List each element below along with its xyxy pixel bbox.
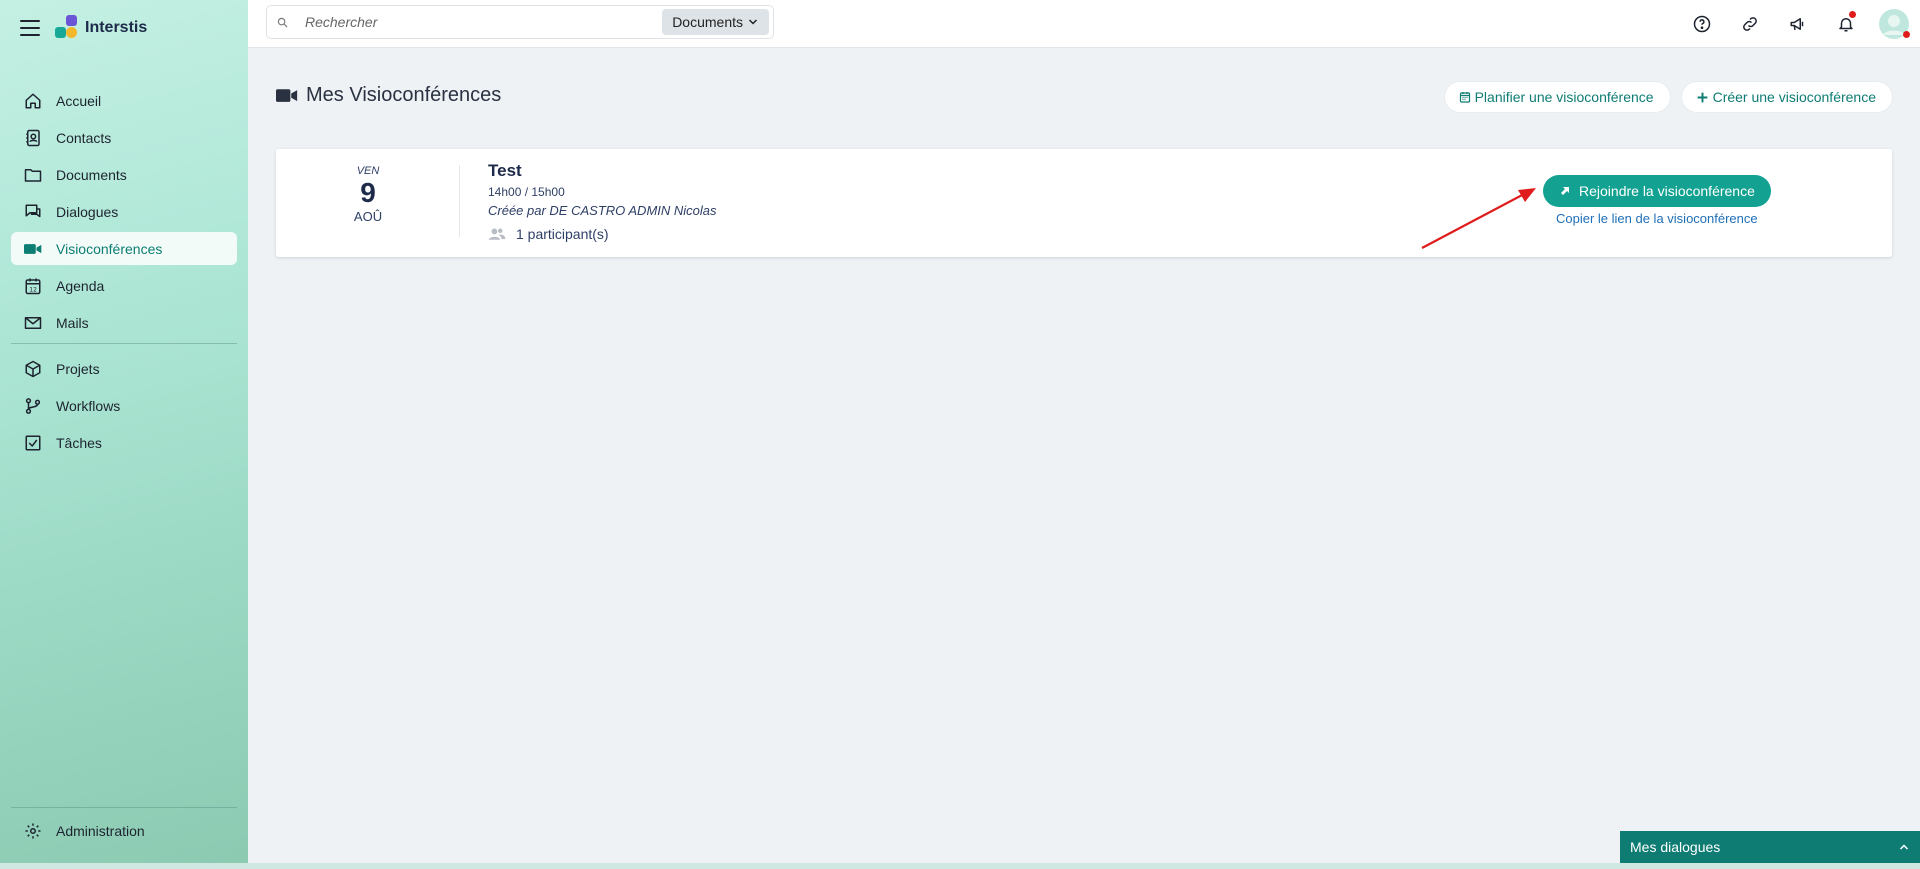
sidebar-item-visioconferences[interactable]: Visioconférences: [11, 232, 237, 265]
page-actions: Planifier une visioconférence Créer une …: [1433, 82, 1892, 112]
sidebar-item-label: Documents: [56, 166, 127, 183]
search-bar: Documents: [266, 5, 774, 39]
plan-visio-button[interactable]: Planifier une visioconférence: [1444, 82, 1670, 112]
sidebar-divider: [11, 807, 237, 808]
logo-icon: [54, 15, 80, 41]
meeting-weekday: VEN: [356, 165, 380, 177]
top-actions: [1670, 8, 1910, 40]
help-icon[interactable]: [1686, 8, 1718, 40]
sidebar-footer: Administration: [0, 803, 248, 851]
dialogues-panel-label: Mes dialogues: [1630, 839, 1721, 855]
sidebar-nav: Accueil Contacts Documents Dialogues Vis…: [0, 84, 248, 459]
sidebar-item-accueil[interactable]: Accueil: [11, 84, 237, 117]
sidebar-item-label: Workflows: [56, 397, 121, 414]
meeting-time: 14h00 / 15h00: [488, 185, 565, 199]
bottom-strip: [0, 863, 1920, 869]
sidebar-item-label: Contacts: [56, 129, 112, 146]
calendar-icon: [1459, 91, 1471, 103]
sidebar-item-documents[interactable]: Documents: [11, 158, 237, 191]
calendar-icon: 12: [24, 277, 42, 295]
meeting-title: Test: [488, 161, 522, 180]
sidebar-item-label: Dialogues: [56, 203, 119, 220]
chevron-up-icon: [1898, 841, 1910, 853]
video-icon: [24, 240, 42, 258]
plus-icon: [1696, 91, 1709, 104]
plan-visio-label: Planifier une visioconférence: [1474, 89, 1654, 105]
sidebar: Interstis Accueil Contacts Documents Dia…: [0, 0, 248, 863]
annotation-arrow: [1421, 188, 1536, 249]
sidebar-item-administration[interactable]: Administration: [11, 814, 237, 847]
sidebar-item-label: Mails: [56, 314, 89, 331]
meeting-card[interactable]: VEN 9 AOÛ Test 14h00 / 15h00 Créée par D…: [276, 149, 1892, 257]
bell-icon[interactable]: [1830, 8, 1862, 40]
video-icon: [276, 87, 298, 105]
sidebar-item-label: Accueil: [56, 92, 102, 109]
sidebar-item-label: Tâches: [56, 434, 102, 451]
sidebar-item-label: Agenda: [56, 277, 105, 294]
notification-dot: [1849, 11, 1856, 18]
meeting-creator: Créée par DE CASTRO ADMIN Nicolas: [488, 203, 717, 218]
link-icon[interactable]: [1734, 8, 1766, 40]
page-header: Mes Visioconférences: [276, 84, 501, 107]
avatar[interactable]: [1878, 8, 1910, 40]
copy-visio-link[interactable]: Copier le lien de la visioconférence: [1556, 211, 1758, 226]
search-input[interactable]: [297, 14, 663, 30]
sidebar-item-mails[interactable]: Mails: [11, 306, 237, 339]
external-link-icon: [1559, 185, 1571, 197]
sidebar-item-agenda[interactable]: 12 Agenda: [11, 269, 237, 302]
sidebar-item-label: Visioconférences: [56, 240, 163, 257]
sidebar-item-label: Administration: [56, 822, 145, 839]
search-scope-dropdown[interactable]: Documents: [662, 9, 769, 35]
join-visio-label: Rejoindre la visioconférence: [1579, 183, 1755, 199]
meeting-month: AOÛ: [353, 209, 383, 224]
sidebar-item-dialogues[interactable]: Dialogues: [11, 195, 237, 228]
search-scope-label: Documents: [672, 14, 743, 30]
meeting-day: 9: [360, 177, 376, 208]
sidebar-item-contacts[interactable]: Contacts: [11, 121, 237, 154]
page-title: Mes Visioconférences: [306, 84, 502, 106]
top-bar: Documents: [248, 0, 1920, 48]
search-icon: [267, 17, 297, 28]
home-icon: [24, 92, 42, 110]
cube-icon: [24, 360, 42, 378]
sidebar-item-projets[interactable]: Projets: [11, 352, 237, 385]
avatar-status-dot: [1903, 31, 1910, 38]
chevron-down-icon: [747, 16, 759, 28]
checkbox-icon: [24, 434, 42, 452]
contacts-icon: [24, 129, 42, 147]
chat-icon: [24, 203, 42, 221]
sidebar-item-workflows[interactable]: Workflows: [11, 389, 237, 422]
gear-icon: [24, 822, 42, 840]
folder-icon: [24, 166, 42, 184]
branch-icon: [24, 397, 42, 415]
dialogues-panel-toggle[interactable]: Mes dialogues: [1620, 831, 1920, 863]
join-visio-button[interactable]: Rejoindre la visioconférence: [1543, 175, 1771, 207]
sidebar-item-label: Projets: [56, 360, 100, 377]
mail-icon: [24, 314, 42, 332]
meeting-info: Test 14h00 / 15h00 Créée par DE CASTRO A…: [488, 161, 717, 242]
participants-count: 1 participant(s): [516, 226, 609, 242]
svg-text:12: 12: [29, 286, 37, 293]
create-visio-label: Créer une visioconférence: [1712, 89, 1876, 105]
meeting-participants[interactable]: 1 participant(s): [488, 226, 717, 242]
sidebar-item-taches[interactable]: Tâches: [11, 426, 237, 459]
card-divider: [459, 165, 460, 237]
sidebar-divider: [11, 343, 237, 344]
create-visio-button[interactable]: Créer une visioconférence: [1681, 82, 1892, 112]
menu-icon[interactable]: [20, 20, 40, 36]
megaphone-icon[interactable]: [1782, 8, 1814, 40]
app-logo[interactable]: Interstis: [54, 15, 147, 41]
users-icon: [488, 227, 506, 241]
app-name: Interstis: [85, 19, 148, 36]
meeting-date: VEN 9 AOÛ: [276, 165, 460, 224]
sidebar-header: Interstis: [0, 0, 248, 56]
